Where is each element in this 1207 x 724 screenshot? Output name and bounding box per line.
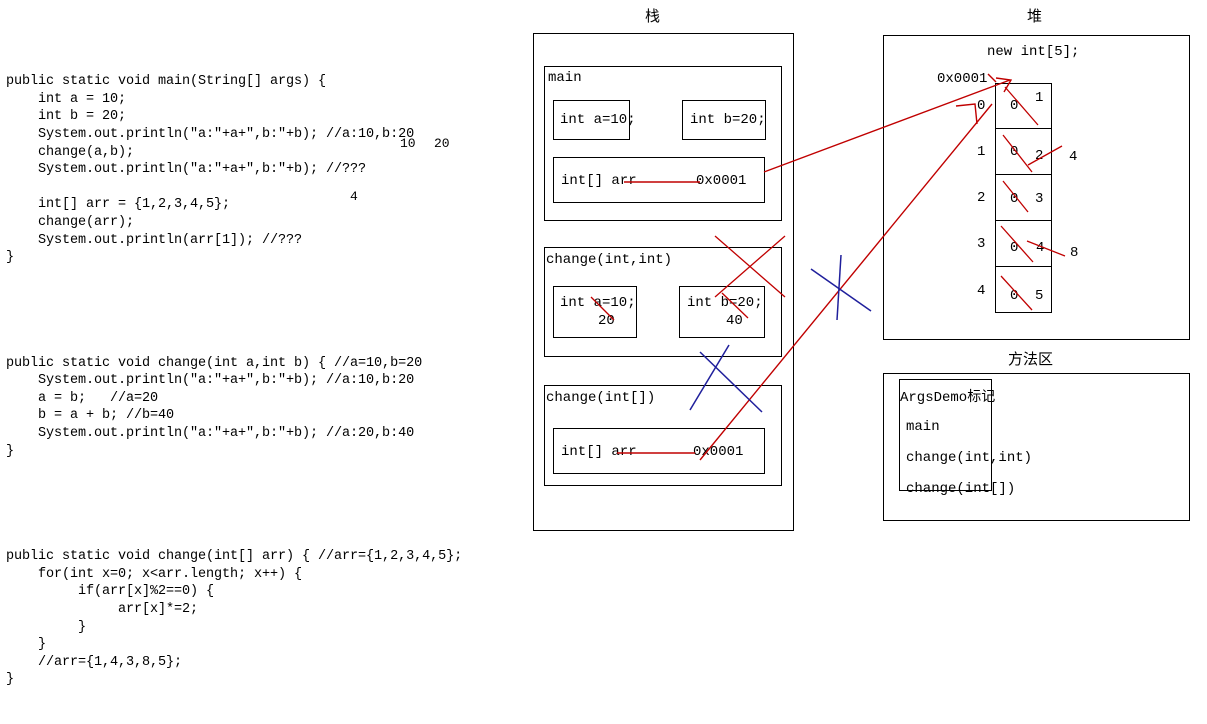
answer-b-annotation: 20 — [434, 136, 450, 151]
method-area-title: 方法区 — [1008, 351, 1054, 368]
heap-initial-2: 0 — [1010, 191, 1019, 207]
code-panel: public static void main(String[] args) {… — [6, 38, 506, 724]
stack-var-change-b-updated: 40 — [726, 313, 743, 329]
code-block-main: public static void main(String[] args) {… — [6, 74, 415, 266]
stack-var-change-b-text: int b=20; — [687, 295, 763, 311]
heap-value-2: 3 — [1035, 191, 1044, 207]
heap-initial-1: 0 — [1010, 144, 1019, 160]
heap-value-3: 4 — [1036, 240, 1045, 256]
stack-var-change-b: int b=20; 40 — [679, 286, 765, 338]
blue-mark-vertical — [836, 254, 842, 321]
heap-index-4: 4 — [977, 283, 986, 299]
stack-var-changearr-arr-text: int[] arr — [561, 444, 637, 460]
blue-mark-diagonal — [810, 268, 872, 312]
heap-updated-3: 8 — [1070, 245, 1079, 261]
stack-var-main-b-text: int b=20; — [690, 112, 766, 128]
stack-var-change-a-text: int a=10; — [560, 295, 636, 311]
stack-var-main-a: int a=10; — [553, 100, 636, 140]
code-block-change-arr: public static void change(int[] arr) { /… — [6, 549, 463, 688]
heap-value-1: 2 — [1035, 148, 1044, 164]
answer-arr1-annotation: 4 — [350, 189, 358, 204]
heap-address-label: 0x0001 — [937, 71, 988, 87]
stack-var-main-arr-text: int[] arr — [561, 173, 637, 189]
heap-index-1: 1 — [977, 144, 986, 160]
stack-var-changearr-arr-value: 0x0001 — [693, 444, 744, 460]
method-area-method-main: main — [906, 419, 940, 435]
stack-frame-change-int-label: change(int,int) — [546, 252, 673, 268]
stack-var-main-arr: int[] arr 0x0001 — [553, 157, 765, 203]
method-area-method-change-int: change(int,int) — [906, 450, 1033, 466]
heap-title: 堆 — [1027, 8, 1043, 25]
heap-cell-2 — [995, 175, 1052, 221]
stack-var-change-a: int a=10; 20 — [553, 286, 637, 338]
heap-initial-3: 0 — [1010, 240, 1019, 256]
stack-frame-main-label: main — [548, 70, 582, 86]
heap-value-4: 5 — [1035, 288, 1044, 304]
heap-index-0: 0 — [977, 98, 986, 114]
stack-var-change-a-updated: 20 — [598, 313, 615, 329]
heap-index-2: 2 — [977, 190, 986, 206]
method-area-method-change-arr: change(int[]) — [906, 481, 1016, 497]
stack-var-main-arr-value: 0x0001 — [696, 173, 747, 189]
heap-cell-0 — [995, 83, 1052, 129]
heap-cell-4 — [995, 267, 1052, 313]
heap-cell-1 — [995, 129, 1052, 175]
stack-var-changearr-arr: int[] arr 0x0001 — [553, 428, 765, 474]
diagram-canvas: public static void main(String[] args) {… — [0, 0, 1207, 687]
heap-value-0: 1 — [1035, 90, 1044, 106]
stack-var-main-b: int b=20; — [682, 100, 766, 140]
heap-alloc-label: new int[5]; — [987, 44, 1080, 60]
stack-title: 栈 — [645, 8, 661, 25]
heap-updated-1: 4 — [1069, 149, 1078, 165]
heap-initial-0: 0 — [1010, 98, 1019, 114]
heap-index-3: 3 — [977, 236, 986, 252]
method-area-class-label: ArgsDemo标记 — [900, 390, 996, 406]
code-block-change-int: public static void change(int a,int b) {… — [6, 355, 423, 459]
stack-frame-change-arr-label: change(int[]) — [546, 390, 656, 406]
heap-initial-4: 0 — [1010, 288, 1019, 304]
answer-a-annotation: 10 — [400, 136, 416, 151]
stack-var-main-a-text: int a=10; — [560, 112, 636, 128]
